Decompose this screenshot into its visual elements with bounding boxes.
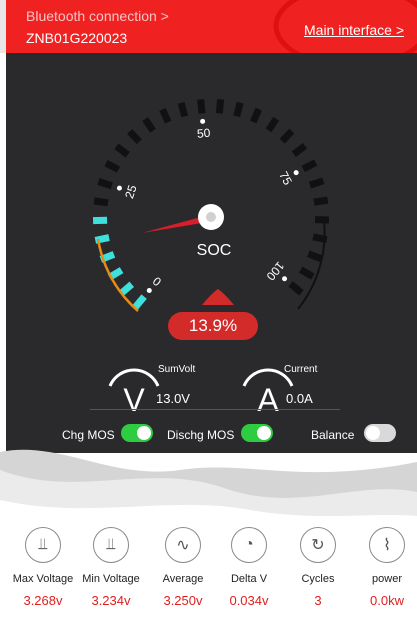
current-value: 0.0A <box>286 391 313 406</box>
stat-item: ⌇ power 0.0kw <box>352 527 417 608</box>
bluetooth-connection-link[interactable]: Bluetooth connection > <box>26 6 169 26</box>
gauge-tick <box>288 281 304 296</box>
gauge-tick <box>197 99 206 114</box>
header-bar: Bluetooth connection > ZNB01G220023 Main… <box>6 0 417 69</box>
current-label: Current <box>284 364 318 375</box>
stat-item: ↻ Cycles 3 <box>283 527 353 608</box>
sumvolt-value: 13.0V <box>156 391 190 406</box>
cycle-icon: ↻ <box>300 527 336 563</box>
stat-item: ∿ Average 3.250v <box>148 527 218 608</box>
stat-label: Average <box>162 573 204 585</box>
stat-value: 3.268v <box>23 593 63 608</box>
wave-divider <box>0 449 417 530</box>
gauge-tick-label: 25 <box>122 183 139 200</box>
gauge-tick <box>279 128 295 144</box>
gauge-tick-label: 50 <box>196 126 211 141</box>
gauge-tick-label: 0 <box>150 274 164 289</box>
gauge-tick <box>233 101 244 118</box>
stat-label: Delta V <box>230 573 268 585</box>
stat-label: Max Voltage <box>12 573 74 585</box>
gauge-tick <box>104 160 121 173</box>
soc-gauge: SOC 0255075100 V A <box>92 99 330 418</box>
soc-badge-pointer <box>202 289 234 305</box>
gauge-tick-dot <box>146 288 152 294</box>
gauge-tick <box>291 142 308 157</box>
voltage-icon: V <box>123 382 145 418</box>
stat-value: 3.234v <box>91 593 131 608</box>
stat-item: ◔ Delta V 0.034v <box>214 527 284 608</box>
gauge-tick <box>93 197 109 207</box>
outer-arc <box>297 220 326 310</box>
device-id: ZNB01G220023 <box>26 30 128 46</box>
soc-center-label: SOC <box>197 242 232 259</box>
gauge-tick <box>301 159 318 173</box>
gauge-tick-dot <box>200 118 206 124</box>
gauge-tick <box>177 101 189 118</box>
divider <box>90 409 340 410</box>
gauge-tick <box>307 250 323 263</box>
gauge-tick <box>127 129 142 145</box>
gauge-tick-dot <box>293 170 299 176</box>
gauge-ticks <box>92 99 330 310</box>
gauge-tick <box>313 196 329 206</box>
sumvolt-label: SumVolt <box>158 364 196 375</box>
pulse-icon: ⌇ <box>369 527 405 563</box>
current-icon: A <box>257 382 279 418</box>
gauge-tick <box>249 107 263 124</box>
stats-row: ⫫ Max Voltage 3.268v ⫫ Min Voltage 3.234v ∿ Ave… <box>0 527 417 619</box>
stat-value: 3.250v <box>163 593 203 608</box>
stat-label: power <box>372 573 402 585</box>
stat-label: Cycles <box>301 573 335 585</box>
gauge-tick <box>215 99 225 114</box>
stat-label: Min Voltage <box>82 573 140 585</box>
stat-item: ⫫ Max Voltage 3.268v <box>8 527 78 608</box>
gauge-tick <box>118 281 135 297</box>
stat-value: 0.034v <box>229 593 269 608</box>
gauge-panel: SOC 0 25 50 75 100 V A <box>6 53 417 453</box>
soc-badge: 13.9% <box>168 312 258 340</box>
gauge-tick <box>97 178 113 190</box>
stat-value: 0.0kw <box>370 593 404 608</box>
gauge-tick <box>308 177 325 189</box>
gauge-tick <box>132 294 147 310</box>
gauge-tick <box>159 108 172 124</box>
gauge-tick <box>265 116 280 133</box>
gauge-tick <box>298 266 315 280</box>
gauge-tick-label: 75 <box>276 169 295 188</box>
gauge-icon: ◔ <box>231 527 267 563</box>
voltage-min-icon: ⫫ <box>93 527 129 563</box>
stat-item: ⫫ Min Voltage 3.234v <box>76 527 146 608</box>
gauge-tick <box>114 143 130 158</box>
sine-wave-icon: ∿ <box>165 527 201 563</box>
gauge-tick-dot <box>116 185 122 191</box>
gauge-tick-dot <box>282 276 288 282</box>
gauge-tick <box>142 117 156 133</box>
stat-value: 3 <box>314 593 322 608</box>
voltage-max-icon: ⫫ <box>25 527 61 563</box>
